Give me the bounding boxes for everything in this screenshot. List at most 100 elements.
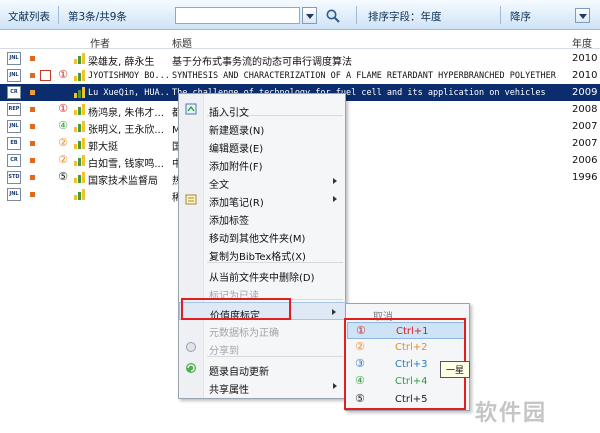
watermark-logo: 软件园 <box>475 401 548 426</box>
reading-progress-icon <box>74 104 86 115</box>
record-count: 第3条/共9条 <box>68 11 127 23</box>
submenu-arrow-icon <box>333 196 337 202</box>
filter-dropdown-button[interactable] <box>302 7 317 24</box>
list-toolbar: 文献列表 第3条/共9条 排序字段：年度 降序 <box>0 0 600 30</box>
rating-badge: ① <box>58 68 68 81</box>
toolbar-divider <box>58 6 59 24</box>
refresh-icon <box>185 362 197 374</box>
rating-tooltip: 一星 <box>440 361 471 378</box>
menu-item-label: 复制为BibTex格式(X) <box>209 252 306 263</box>
submenu-arrow-icon <box>333 178 337 184</box>
column-title[interactable]: 标题 <box>172 35 192 50</box>
menu-item-label: 全文 <box>209 180 229 191</box>
rating-badge: ⑤ <box>58 170 68 183</box>
menu-item-label: 编辑题录(E) <box>209 144 264 155</box>
reference-type-icon: JNL <box>7 120 21 133</box>
highlight-box-rating-item <box>181 298 291 320</box>
row-author: 郭大挺 <box>88 142 118 153</box>
row-year: 2008 <box>572 104 598 115</box>
column-year[interactable]: 年度 <box>572 35 592 50</box>
row-year: 2006 <box>572 155 598 166</box>
row-author: 国家技术监督局 <box>88 176 158 187</box>
reading-progress-icon <box>74 70 86 81</box>
unread-marker-icon <box>30 90 35 95</box>
filter-input[interactable] <box>175 7 300 24</box>
row-author: JYOTISHMOY BO... <box>88 71 168 81</box>
rating-badge: ① <box>58 102 68 115</box>
reference-type-icon: CR <box>7 86 21 99</box>
rating-badge: ④ <box>58 119 68 132</box>
row-author: Lu XueQin, HUA... <box>88 88 168 98</box>
sort-order-label[interactable]: 降序 <box>510 9 531 24</box>
search-icon[interactable] <box>325 8 341 24</box>
row-title: SYNTHESIS AND CHARACTERIZATION OF A FLAM… <box>172 71 556 81</box>
menu-item-label: 分享到 <box>209 346 239 357</box>
toolbar-divider <box>500 6 501 24</box>
table-row[interactable]: JNL 梁雄友, 薛永生 基于分布式事务流的动态可串行调度算法 2010 <box>0 50 600 68</box>
reading-progress-icon <box>74 138 86 149</box>
chevron-down-icon <box>306 14 314 19</box>
reference-type-icon: CR <box>7 154 21 167</box>
row-year: 2007 <box>572 121 598 132</box>
context-menu-item: 分享到 <box>179 338 347 357</box>
context-menu-item[interactable]: 编辑题录(E) <box>179 136 347 155</box>
menu-item-label: 元数据标为正确 <box>209 328 279 339</box>
row-author: 梁雄友, 薛永生 <box>88 57 155 68</box>
context-menu-item[interactable]: 新建题录(N) <box>179 118 347 137</box>
toolbar-divider <box>356 6 357 24</box>
unread-marker-icon <box>30 107 35 112</box>
reading-progress-icon <box>74 155 86 166</box>
menu-item-label: 插入引文 <box>209 108 249 119</box>
menu-item-label: 从当前文件夹中删除(D) <box>209 273 315 284</box>
row-title: 基于分布式事务流的动态可串行调度算法 <box>172 57 352 68</box>
reference-type-icon: REP <box>7 103 21 116</box>
submenu-arrow-icon <box>333 383 337 389</box>
unread-marker-icon <box>30 192 35 197</box>
list-title: 文献列表 <box>8 11 50 23</box>
row-author: 白如雪, 钱家鸣... <box>88 159 164 170</box>
quote-icon <box>185 103 197 115</box>
reference-type-icon: EB <box>7 137 21 150</box>
reading-progress-icon <box>74 121 86 132</box>
context-menu-item[interactable]: 从当前文件夹中删除(D) <box>179 265 347 284</box>
context-menu-item[interactable]: 插入引文 <box>179 100 347 119</box>
reference-type-icon: STD <box>7 171 21 184</box>
unread-marker-icon <box>30 124 35 129</box>
reference-type-icon: JNL <box>7 52 21 65</box>
menu-item-label: 添加附件(F) <box>209 162 263 173</box>
menu-item-label: 题录自动更新 <box>209 367 269 378</box>
sort-field-label[interactable]: 排序字段：年度 <box>368 9 442 24</box>
context-menu-item[interactable]: 添加笔记(R) <box>179 190 347 209</box>
reading-progress-icon <box>74 87 86 98</box>
context-menu-item[interactable]: 添加附件(F) <box>179 154 347 173</box>
context-menu-item[interactable]: 题录自动更新 <box>179 359 347 378</box>
reading-progress-icon <box>74 53 86 64</box>
table-row[interactable]: JNL ① JYOTISHMOY BO... SYNTHESIS AND CHARAC… <box>0 67 600 84</box>
reading-progress-icon <box>74 172 86 183</box>
context-menu-item[interactable]: 共享属性 <box>179 377 347 396</box>
row-year: 2007 <box>572 138 598 149</box>
row-year: 1996 <box>572 172 598 183</box>
column-author[interactable]: 作者 <box>90 35 110 50</box>
row-year: 2009 <box>572 87 598 98</box>
pdf-attachment-icon[interactable] <box>40 70 51 81</box>
menu-item-label: 共享属性 <box>209 385 249 396</box>
context-menu-item[interactable]: 移动到其他文件夹(M) <box>179 226 347 245</box>
reading-progress-icon <box>74 189 86 200</box>
unread-marker-icon <box>30 158 35 163</box>
submenu-arrow-icon <box>332 309 336 315</box>
context-menu-item[interactable]: 添加标签 <box>179 208 347 227</box>
chevron-down-icon <box>579 14 587 19</box>
row-year: 2010 <box>572 53 598 64</box>
menu-item-label: 添加笔记(R) <box>209 198 264 209</box>
unread-marker-icon <box>30 56 35 61</box>
unread-marker-icon <box>30 175 35 180</box>
context-menu-item[interactable]: 全文 <box>179 172 347 191</box>
menu-item-label: 添加标签 <box>209 216 249 227</box>
context-menu-item: 元数据标为正确 <box>179 320 347 339</box>
sort-order-dropdown[interactable] <box>575 8 590 23</box>
context-menu-item[interactable]: 复制为BibTex格式(X) <box>179 244 347 263</box>
row-author: 张明义, 王永欣... <box>88 125 164 136</box>
menu-item-label: 新建题录(N) <box>209 126 265 137</box>
context-menu: 插入引文新建题录(N) 编辑题录(E) 添加附件(F) 全文添加笔记(R) 添加标签 移动… <box>178 93 347 399</box>
